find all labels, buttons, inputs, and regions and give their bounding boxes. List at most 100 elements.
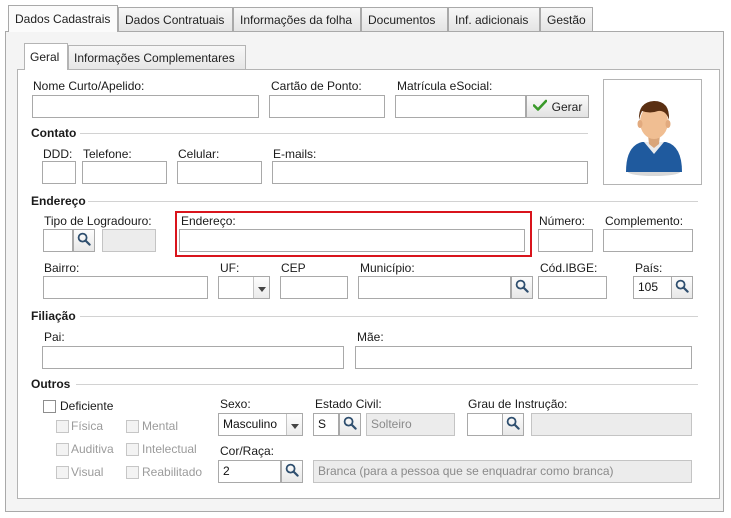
filiacao-divider — [80, 316, 698, 317]
cep-input[interactable] — [280, 276, 348, 299]
tab-dados-contratuais[interactable]: Dados Contratuais — [118, 7, 233, 31]
endereco-highlight-box — [175, 211, 532, 257]
nome-curto-input[interactable] — [32, 95, 259, 118]
emails-label: E-mails: — [273, 147, 317, 161]
chevron-down-icon — [257, 281, 266, 295]
numero-label: Número: — [539, 214, 586, 228]
sexo-label: Sexo: — [220, 397, 251, 411]
cor-raca-label: Cor/Raça: — [220, 444, 275, 458]
nome-curto-label: Nome Curto/Apelido: — [33, 79, 145, 93]
reabilitado-checkbox[interactable] — [126, 466, 139, 479]
fisica-label: Física — [71, 419, 104, 433]
cod-ibge-input[interactable] — [538, 276, 607, 299]
cod-ibge-label: Cód.IBGE: — [540, 261, 598, 275]
tab-label: Gestão — [547, 13, 586, 27]
cartao-ponto-input[interactable] — [269, 95, 385, 118]
filiacao-heading: Filiação — [31, 309, 76, 323]
intelectual-checkbox[interactable] — [126, 443, 139, 456]
tab-label: Informações Complementares — [74, 51, 235, 65]
auditiva-label: Auditiva — [71, 442, 114, 456]
tab-informacoes-folha[interactable]: Informações da folha — [233, 7, 361, 31]
tab-label: Geral — [30, 50, 60, 64]
grau-instrucao-desc-field — [531, 413, 692, 436]
checkmark-icon — [532, 99, 547, 114]
tab-geral[interactable]: Geral — [24, 43, 68, 70]
tab-label: Informações da folha — [240, 13, 353, 27]
tab-gestao[interactable]: Gestão — [540, 7, 593, 31]
fisica-checkbox[interactable] — [56, 420, 69, 433]
celular-label: Celular: — [178, 147, 220, 161]
sexo-dropdown-button[interactable] — [286, 414, 302, 435]
endereco-heading: Endereço — [31, 194, 86, 208]
mental-checkbox[interactable] — [126, 420, 139, 433]
tipo-logradouro-label: Tipo de Logradouro: — [44, 214, 152, 228]
estado-civil-label: Estado Civil: — [315, 397, 382, 411]
emails-input[interactable] — [272, 161, 588, 184]
grau-instrucao-code-input[interactable] — [467, 413, 503, 436]
tab-label: Inf. adicionais — [455, 13, 529, 27]
tab-inf-adicionais[interactable]: Inf. adicionais — [448, 7, 540, 31]
tipo-logradouro-desc-field — [102, 229, 156, 252]
municipio-input[interactable] — [358, 276, 511, 299]
municipio-label: Município: — [360, 261, 415, 275]
ddd-label: DDD: — [43, 147, 73, 161]
grau-instrucao-search-button[interactable] — [502, 413, 524, 436]
search-icon — [675, 279, 689, 296]
tab-label: Dados Contratuais — [125, 13, 225, 27]
auditiva-checkbox[interactable] — [56, 443, 69, 456]
visual-checkbox[interactable] — [56, 466, 69, 479]
tab-label: Dados Cadastrais — [15, 12, 111, 26]
search-icon — [285, 463, 299, 480]
matricula-esocial-label: Matrícula eSocial: — [397, 79, 493, 93]
celular-input[interactable] — [177, 161, 262, 184]
estado-civil-search-button[interactable] — [339, 413, 361, 436]
uf-label: UF: — [220, 261, 240, 275]
deficiente-checkbox[interactable] — [43, 400, 56, 413]
outros-divider — [76, 384, 698, 385]
user-avatar-icon — [622, 88, 686, 181]
search-icon — [77, 232, 91, 249]
reabilitado-label: Reabilitado — [142, 465, 203, 479]
intelectual-label: Intelectual — [142, 442, 197, 456]
telefone-input[interactable] — [82, 161, 167, 184]
grau-instrucao-label: Grau de Instrução: — [468, 397, 568, 411]
cor-raca-search-button[interactable] — [281, 460, 303, 483]
numero-input[interactable] — [538, 229, 593, 252]
cor-raca-desc-field: Branca (para a pessoa que se enquadrar c… — [313, 460, 692, 483]
cor-raca-code-input[interactable]: 2 — [218, 460, 281, 483]
cartao-ponto-label: Cartão de Ponto: — [271, 79, 362, 93]
matricula-esocial-input[interactable] — [395, 95, 526, 118]
tab-label: Documentos — [368, 13, 436, 27]
pai-label: Pai: — [44, 330, 65, 344]
bairro-label: Bairro: — [44, 261, 80, 275]
gerar-button[interactable]: Gerar — [526, 95, 589, 118]
endereco-divider — [88, 201, 698, 202]
pais-label: País: — [635, 261, 663, 275]
tipo-logradouro-search-button[interactable] — [73, 229, 95, 252]
mental-label: Mental — [142, 419, 179, 433]
uf-dropdown-button[interactable] — [253, 277, 269, 298]
ddd-input[interactable] — [42, 161, 76, 184]
tab-documentos[interactable]: Documentos — [361, 7, 448, 31]
outros-heading: Outros — [31, 377, 71, 391]
telefone-label: Telefone: — [83, 147, 132, 161]
tab-informacoes-complementares[interactable]: Informações Complementares — [68, 45, 246, 69]
contato-divider — [80, 133, 588, 134]
pai-input[interactable] — [42, 346, 344, 369]
estado-civil-desc-field: Solteiro — [366, 413, 455, 436]
tipo-logradouro-code-input[interactable] — [43, 229, 73, 252]
mae-input[interactable] — [355, 346, 692, 369]
pais-code-input[interactable]: 105 — [633, 276, 672, 299]
pais-search-button[interactable] — [671, 276, 693, 299]
mae-label: Mãe: — [357, 330, 384, 344]
bairro-input[interactable] — [43, 276, 208, 299]
employee-photo[interactable] — [603, 79, 702, 185]
complemento-input[interactable] — [603, 229, 693, 252]
complemento-label: Complemento: — [605, 214, 684, 228]
contato-heading: Contato — [31, 126, 77, 140]
municipio-search-button[interactable] — [511, 276, 533, 299]
estado-civil-code-input[interactable]: S — [313, 413, 339, 436]
gerar-label: Gerar — [551, 99, 583, 114]
search-icon — [515, 279, 529, 296]
tab-dados-cadastrais[interactable]: Dados Cadastrais — [8, 5, 118, 32]
